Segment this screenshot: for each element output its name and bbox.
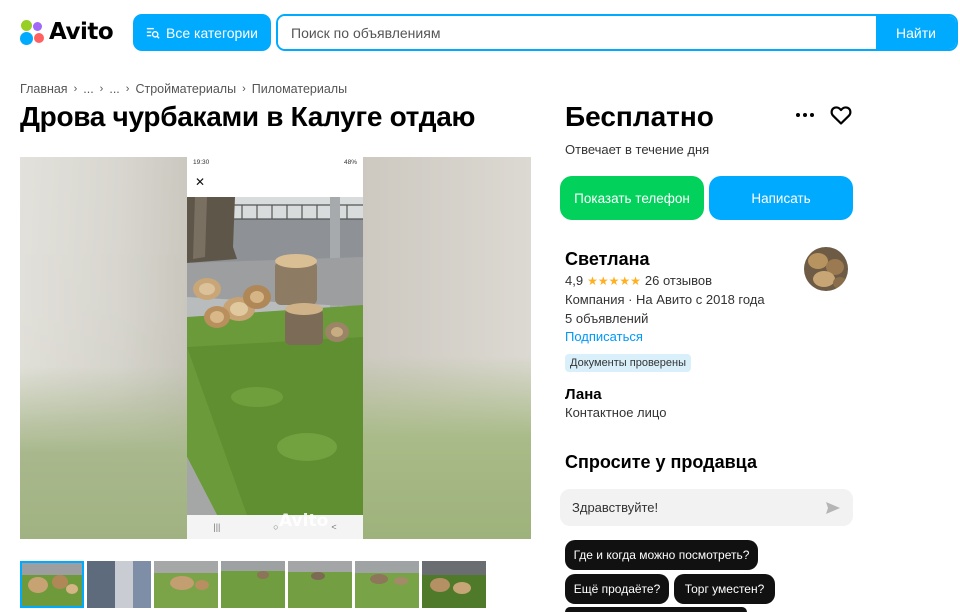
avito-logo[interactable]: Avito (20, 18, 114, 46)
thumbnail[interactable] (20, 561, 84, 608)
thumbnail[interactable] (221, 561, 285, 608)
send-icon[interactable] (825, 500, 841, 516)
thumbnail[interactable] (154, 561, 218, 608)
listing-title: Дрова чурбаками в Калуге отдаю (20, 101, 476, 132)
reply-time: Отвечает в течение дня (565, 142, 710, 157)
heart-icon[interactable] (829, 103, 853, 127)
all-categories-label: Все категории (166, 24, 258, 41)
seller-rating: 4,9 ★★★★★ 26 отзывов (565, 273, 712, 288)
ask-seller-title: Спросите у продавца (565, 452, 757, 472)
message-input[interactable] (572, 500, 825, 515)
thumbnail[interactable] (288, 561, 352, 608)
more-dots-icon[interactable] (794, 104, 816, 126)
avatar[interactable] (804, 247, 848, 291)
chevron-right-icon: › (125, 83, 130, 95)
phone-battery: 48% (343, 159, 357, 166)
thumbnail[interactable] (355, 561, 419, 608)
phone-status-bar: 19:30 48% (187, 157, 363, 169)
seller-type: Компания · На Авито с 2018 года (565, 292, 765, 307)
ask-message-box (560, 489, 853, 526)
breadcrumb: Главная › ... › ... › Стройматериалы › П… (20, 82, 347, 96)
thumbnail-strip (20, 561, 486, 608)
search-input[interactable] (278, 16, 876, 49)
seller-ads-link[interactable]: 5 объявлений (565, 311, 648, 326)
contact-name: Лана (565, 386, 602, 403)
chevron-right-icon: › (242, 83, 246, 95)
header: Avito Все категории Найти (0, 0, 960, 64)
avito-logo-icon (20, 19, 46, 45)
main-photo[interactable]: 19:30 48% ✕ ||| ○ < Avito (20, 157, 531, 539)
all-categories-button[interactable]: Все категории (133, 14, 271, 51)
show-phone-button[interactable]: Показать телефон (560, 176, 704, 220)
search-button[interactable]: Найти (876, 16, 956, 49)
quick-question-chip-partial[interactable] (565, 607, 747, 612)
photo-screenshot: 19:30 48% ✕ ||| ○ < Avito (187, 157, 363, 539)
avito-watermark: Avito (279, 511, 329, 531)
categories-search-icon (146, 27, 160, 39)
thumbnail[interactable] (422, 561, 486, 608)
chevron-right-icon: › (73, 83, 78, 95)
chevron-right-icon: › (99, 83, 104, 95)
breadcrumb-item[interactable]: ... (109, 82, 119, 96)
price: Бесплатно (565, 101, 714, 132)
close-icon: ✕ (195, 175, 206, 189)
search-bar: Найти (276, 14, 958, 51)
seller-name[interactable]: Светлана (565, 249, 650, 270)
quick-question-chip[interactable]: Торг уместен? (674, 574, 775, 604)
reviews-link[interactable]: 26 отзывов (645, 273, 712, 288)
thumbnail[interactable] (87, 561, 151, 608)
breadcrumb-item[interactable]: Главная (20, 82, 68, 96)
subscribe-link[interactable]: Подписаться (565, 329, 643, 344)
star-icon: ★★★★★ (587, 273, 641, 288)
phone-time: 19:30 (193, 159, 210, 166)
breadcrumb-item[interactable]: Стройматериалы (135, 82, 236, 96)
firewood-photo (187, 197, 363, 515)
verified-badge: Документы проверены (565, 354, 692, 372)
breadcrumb-item[interactable]: ... (83, 82, 93, 96)
write-message-button[interactable]: Написать (709, 176, 853, 220)
contact-role: Контактное лицо (565, 405, 667, 420)
quick-question-chip[interactable]: Где и когда можно посмотреть? (565, 540, 758, 570)
rating-value: 4,9 (565, 273, 584, 288)
logo-text: Avito (49, 19, 114, 45)
breadcrumb-item[interactable]: Пиломатериалы (252, 82, 347, 96)
phone-nav-bar: ||| ○ < (187, 515, 363, 539)
quick-question-chip[interactable]: Ещё продаёте? (565, 574, 669, 604)
